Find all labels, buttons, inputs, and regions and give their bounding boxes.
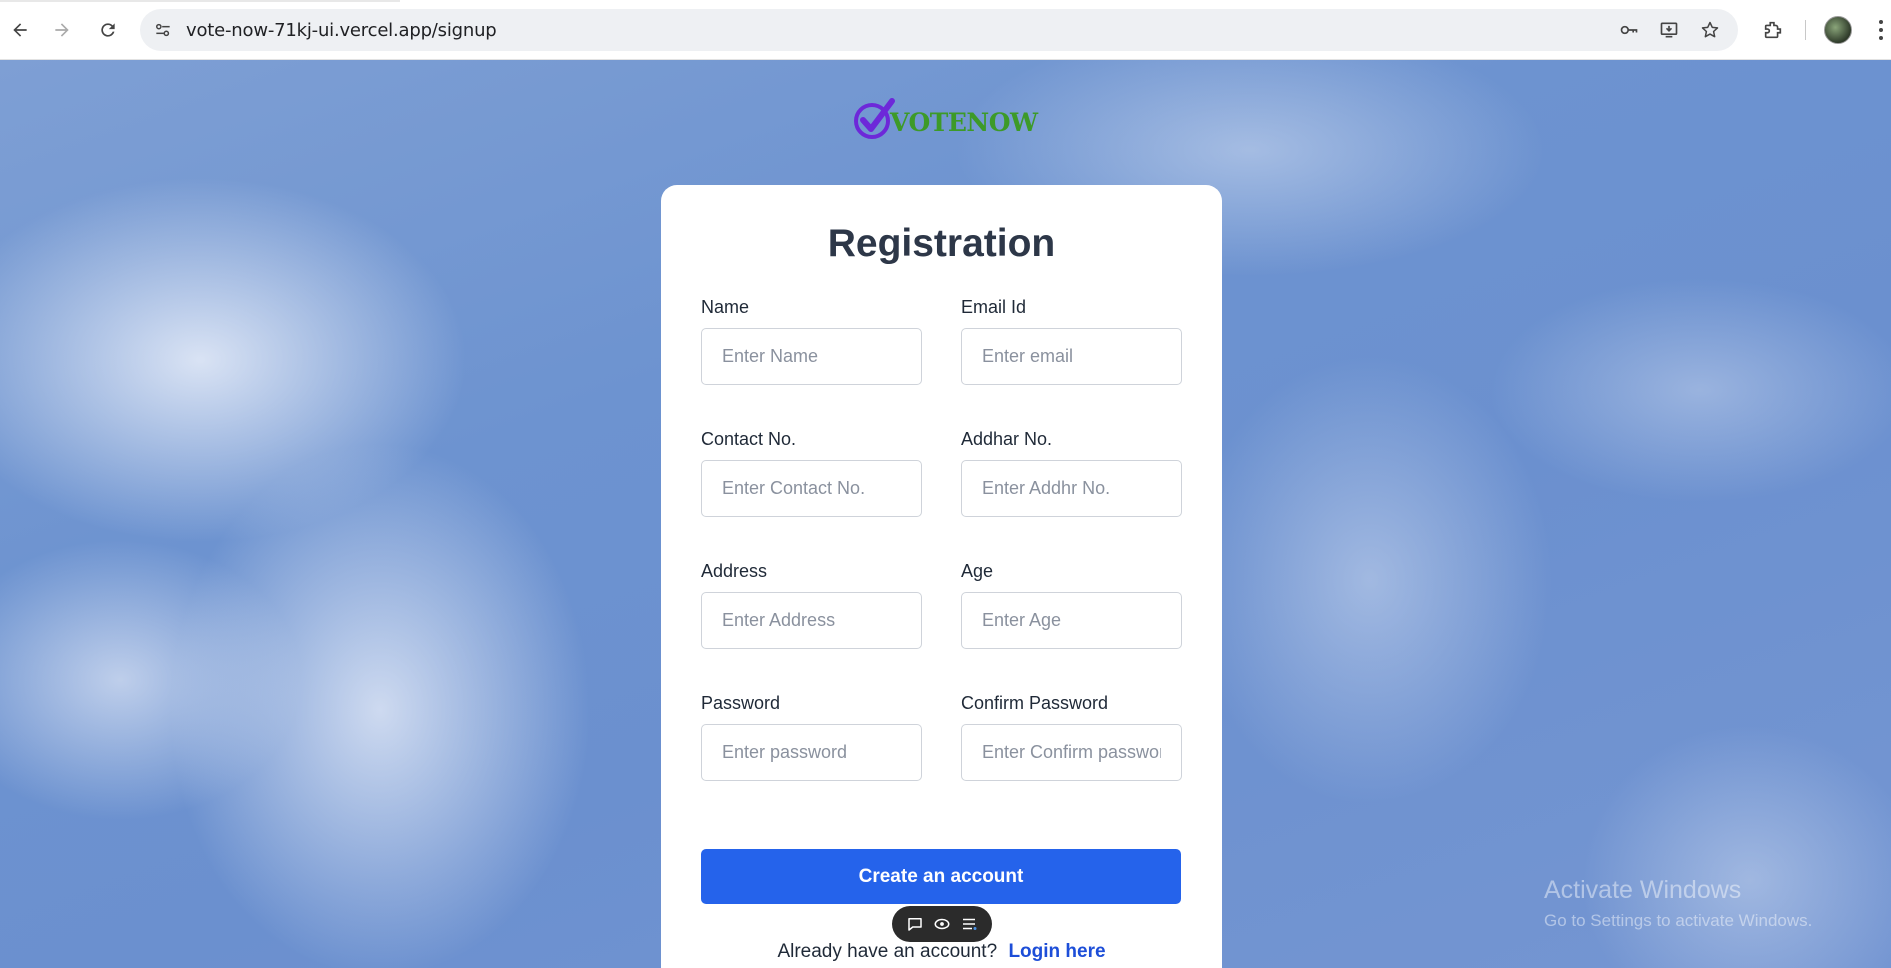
list-icon[interactable] — [960, 915, 978, 933]
watermark-line2: Go to Settings to activate Windows. — [1544, 911, 1813, 930]
registration-card: Registration Name Email Id Contact No. A… — [661, 185, 1222, 968]
name-input[interactable] — [701, 328, 922, 385]
addhar-input[interactable] — [961, 460, 1182, 517]
password-input[interactable] — [701, 724, 922, 781]
eye-icon[interactable] — [933, 915, 951, 933]
login-prompt: Already have an account? Login here — [661, 941, 1222, 963]
addhar-label: Addhar No. — [961, 429, 1053, 449]
contact-label: Contact No. — [701, 429, 797, 449]
extensions-icon[interactable] — [1760, 17, 1786, 43]
password-key-icon[interactable] — [1618, 19, 1640, 41]
activate-windows-watermark: Activate Windows Go to Settings to activ… — [1544, 876, 1812, 931]
address-label: Address — [701, 561, 768, 581]
name-label: Name — [701, 297, 750, 317]
comment-icon[interactable] — [906, 915, 924, 933]
form-title: Registration — [827, 222, 1056, 265]
back-icon[interactable] — [4, 14, 36, 46]
confirm-password-input[interactable] — [961, 724, 1182, 781]
bookmark-star-icon[interactable] — [1699, 19, 1721, 41]
watermark-line1: Activate Windows — [1544, 876, 1742, 904]
email-label: Email Id — [961, 297, 1027, 317]
age-input[interactable] — [961, 592, 1182, 649]
address-bar[interactable]: vote-now-71kj-ui.vercel.app/signup — [140, 9, 1738, 51]
forward-icon[interactable] — [46, 14, 78, 46]
login-link[interactable]: Login here — [1008, 941, 1105, 962]
install-app-icon[interactable] — [1658, 19, 1680, 41]
more-menu-icon[interactable] — [1876, 18, 1886, 42]
age-label: Age — [961, 561, 994, 581]
email-input[interactable] — [961, 328, 1182, 385]
votenow-logo[interactable]: VOTENOW — [850, 96, 1038, 142]
create-account-button[interactable]: Create an account — [701, 849, 1181, 904]
contact-input[interactable] — [701, 460, 922, 517]
password-label: Password — [701, 693, 781, 713]
page-background: VOTENOW Registration Name Email Id Conta… — [0, 60, 1891, 968]
tab-strip-edge — [0, 0, 400, 2]
url-text[interactable]: vote-now-71kj-ui.vercel.app/signup — [186, 20, 497, 41]
reload-icon[interactable] — [92, 14, 124, 46]
site-settings-icon[interactable] — [152, 19, 174, 41]
profile-avatar[interactable] — [1824, 16, 1852, 44]
confirm-password-label: Confirm Password — [961, 693, 1109, 713]
toolbar-divider — [1805, 20, 1806, 40]
browser-toolbar: vote-now-71kj-ui.vercel.app/signup — [0, 0, 1891, 60]
login-prompt-text: Already have an account? — [777, 941, 998, 962]
address-input[interactable] — [701, 592, 922, 649]
logo-text: VOTENOW — [890, 107, 1038, 137]
floating-toolbar — [892, 906, 992, 942]
